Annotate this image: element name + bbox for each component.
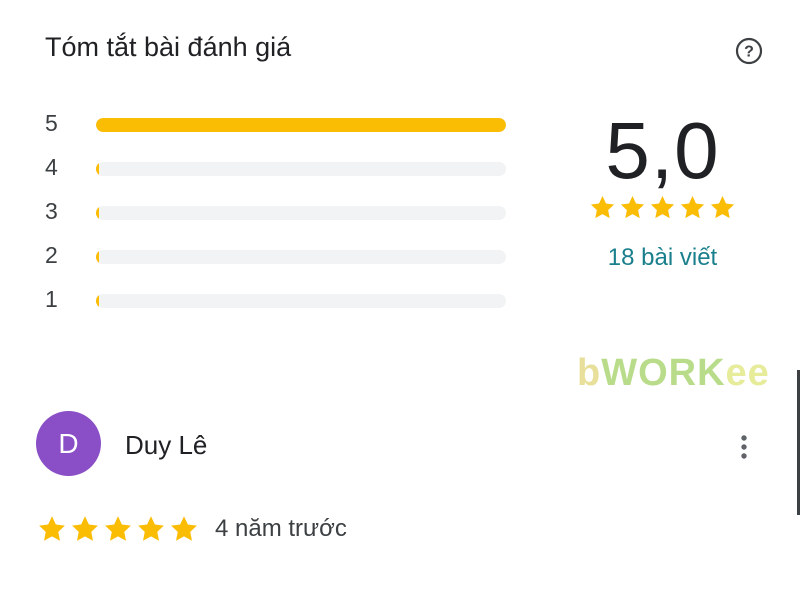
- average-stars: [589, 194, 736, 221]
- rating-bar-track: [96, 294, 506, 308]
- rating-bar-fill: [96, 250, 99, 264]
- star-icon: [72, 516, 98, 541]
- rating-bar-fill: [96, 118, 506, 132]
- rating-row-4: 4: [45, 151, 510, 195]
- star-icon: [138, 516, 164, 541]
- star-icon: [171, 516, 197, 541]
- watermark-part: WORK: [601, 352, 726, 394]
- star-icon: [680, 196, 705, 219]
- rating-row-1: 1: [45, 283, 510, 327]
- review-count-link[interactable]: 18 bài viết: [575, 244, 750, 272]
- star-icon: [105, 516, 131, 541]
- rating-row-label: 3: [45, 198, 58, 224]
- review-date: 4 năm trước: [215, 515, 347, 542]
- review-meta: 4 năm trước: [37, 514, 347, 544]
- avatar[interactable]: D: [36, 411, 101, 476]
- star-icon: [710, 196, 735, 219]
- rating-summary: 5,0 18 bài viết: [575, 110, 750, 272]
- panel-title: Tóm tắt bài đánh giá: [45, 32, 292, 62]
- rating-row-label: 5: [45, 110, 58, 136]
- rating-bar-fill: [96, 162, 99, 176]
- review-stars: [37, 514, 199, 544]
- rating-bar-track: [96, 206, 506, 220]
- rating-bar-track: [96, 162, 506, 176]
- rating-row-3: 3: [45, 195, 510, 239]
- rating-bar-track: [96, 250, 506, 264]
- rating-distribution: 5 4 3 2 1: [45, 107, 510, 327]
- rating-row-label: 1: [45, 286, 58, 312]
- rating-bar-fill: [96, 294, 99, 308]
- star-icon: [39, 516, 65, 541]
- rating-row-2: 2: [45, 239, 510, 283]
- average-rating: 5,0: [605, 106, 720, 195]
- rating-bar-fill: [96, 206, 99, 220]
- help-circle-icon[interactable]: ?: [734, 36, 764, 66]
- rating-row-5: 5: [45, 107, 510, 151]
- more-vert-icon[interactable]: [730, 430, 758, 464]
- reviewer-name[interactable]: Duy Lê: [125, 430, 207, 461]
- svg-text:?: ?: [744, 44, 754, 61]
- review-summary-panel: Tóm tắt bài đánh giá ? 5 4 3 2 1 5,0 18 …: [0, 0, 800, 600]
- rating-row-label: 2: [45, 242, 58, 268]
- rating-bar-track: [96, 118, 506, 132]
- star-icon: [650, 196, 675, 219]
- rating-row-label: 4: [45, 154, 58, 180]
- star-icon: [590, 196, 615, 219]
- bworkee-watermark-logo: bWORKee: [577, 352, 770, 395]
- avatar-letter: D: [58, 427, 79, 459]
- watermark-part: ee: [725, 352, 770, 394]
- star-icon: [620, 196, 645, 219]
- watermark-part: b: [577, 352, 602, 394]
